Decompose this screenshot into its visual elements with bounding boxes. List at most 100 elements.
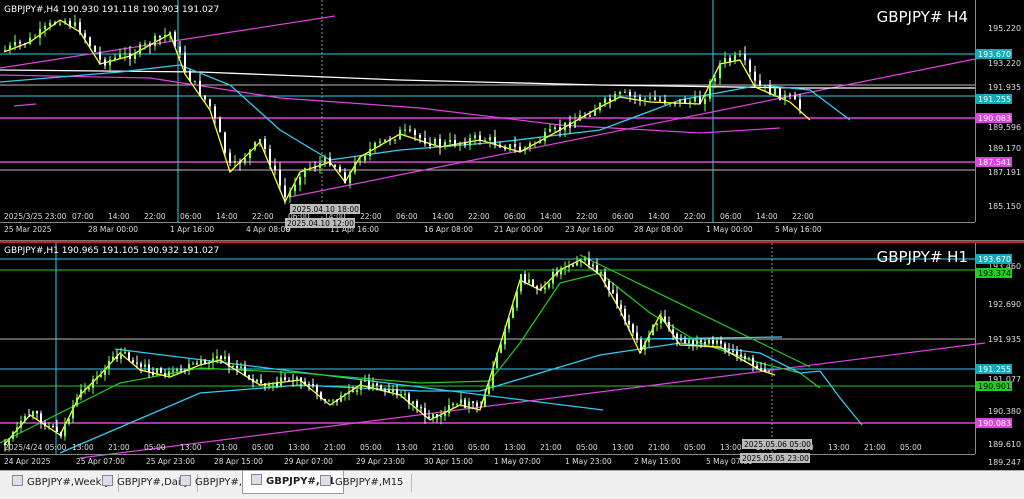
candle-body [139, 44, 141, 55]
h1-crosshair-time: 2025.05.05 23:00 [742, 454, 809, 463]
h1-chart[interactable]: GBPJPY#,H1 190.965 191.105 190.932 191.0… [0, 243, 1024, 472]
chart-window-icon [320, 475, 331, 486]
h4-time-tick: 06:00 [720, 212, 742, 221]
candle-body [419, 135, 421, 139]
candle-body [414, 130, 416, 136]
h4-time-axis-border [0, 222, 975, 223]
h1-date-tick: 29 Apr 07:00 [284, 457, 333, 466]
candle-body [454, 140, 456, 146]
candle-body [396, 389, 398, 395]
h1-price-tick: 191.935 [988, 335, 1021, 344]
candle-body [64, 20, 66, 24]
candle-body [184, 370, 186, 372]
h1-price-tick: 189.610 [988, 440, 1021, 449]
candle-body [616, 293, 618, 305]
candle-body [284, 185, 286, 198]
candle-body [564, 122, 566, 131]
candle-body [524, 274, 526, 283]
candle-body [319, 163, 321, 168]
candle-body [760, 368, 762, 370]
chart-window-icon [12, 475, 23, 486]
candle-body [644, 341, 646, 351]
candle-body [69, 20, 71, 27]
candle-body [716, 340, 718, 344]
candle-body [529, 143, 531, 148]
candle-body [359, 160, 361, 163]
candle-body [260, 379, 262, 384]
candle-body [620, 304, 622, 309]
candle-body [32, 411, 34, 417]
candle-body [84, 389, 86, 391]
candle-body [224, 132, 226, 153]
candle-body [609, 98, 611, 101]
candle-body [256, 379, 258, 383]
candle-body [189, 70, 191, 82]
h4-crosshair-time: 2025.04.10 18:00 [292, 205, 359, 214]
candle-body [19, 41, 21, 44]
candle-body [708, 339, 710, 344]
candle-body [208, 362, 210, 364]
tab-m15[interactable]: GBPJPY#,M15 [312, 474, 413, 492]
candle-body [289, 191, 291, 198]
h4-time-tick: 22:00 [360, 212, 382, 221]
candle-body [309, 167, 311, 169]
candle-body [24, 43, 26, 45]
candle-body [492, 367, 494, 386]
h4-chart-window[interactable]: GBPJPY#,H4 190.930 191.118 190.903 191.0… [0, 0, 1024, 241]
h1-time-tick: 05:00 [360, 443, 382, 452]
candle-body [296, 377, 298, 382]
candle-body [329, 157, 331, 166]
candle-body [664, 100, 666, 104]
h1-date-tick: 25 Apr 23:00 [146, 457, 195, 466]
h1-time-tick: 05:00 [144, 443, 166, 452]
candle-body [668, 321, 670, 330]
h4-time-tick: 22:00 [792, 212, 814, 221]
candle-body [176, 368, 178, 371]
candle-body [484, 394, 486, 407]
candle-body [412, 401, 414, 404]
candle-body [159, 35, 161, 38]
h4-date-tick: 1 Apr 16:00 [170, 225, 214, 234]
h4-price-tick: 191.935 [988, 83, 1021, 92]
h1-time-tick: 21:00 [108, 443, 130, 452]
h1-date-tick: 1 May 07:00 [494, 457, 541, 466]
candle-body [528, 279, 530, 283]
candle-body [284, 377, 286, 381]
candle-body [769, 85, 771, 95]
candle-body [40, 413, 42, 424]
candle-body [432, 414, 434, 419]
candle-body [169, 32, 171, 35]
candle-body [112, 356, 114, 361]
h4-indicator-lines [0, 0, 986, 222]
candle-body [16, 427, 18, 432]
candle-body [204, 95, 206, 100]
h4-price-tick: 187.191 [988, 168, 1021, 177]
candle-body [720, 340, 722, 344]
candle-body [384, 139, 386, 142]
candle-body [84, 33, 86, 38]
h1-indicator-lines [0, 243, 986, 459]
h4-time-tick: 14:00 [216, 212, 238, 221]
candle-body [49, 22, 51, 26]
h1-time-tick: 21:00 [216, 443, 238, 452]
h4-time-tick: 22:00 [252, 212, 274, 221]
h1-chart-window[interactable]: GBPJPY#,H1 190.965 191.105 190.932 191.0… [0, 241, 1024, 472]
candle-body [599, 103, 601, 111]
h4-time-tick: 14:00 [756, 212, 778, 221]
candle-body [240, 366, 242, 368]
candle-body [789, 94, 791, 96]
candle-body [20, 420, 22, 428]
h4-price-tick: 185.150 [988, 202, 1021, 211]
candle-body [649, 97, 651, 99]
candle-body [420, 407, 422, 409]
candle-body [440, 415, 442, 418]
candle-body [634, 95, 636, 97]
candle-body [124, 352, 126, 354]
h4-chart[interactable]: GBPJPY#,H4 190.930 191.118 190.903 191.0… [0, 0, 1024, 240]
candle-body [368, 380, 370, 390]
h1-time-tick: 05:00 [684, 443, 706, 452]
candle-body [132, 360, 134, 363]
h1-price-badge-label: 190.901 [978, 382, 1011, 391]
candle-body [448, 405, 450, 414]
candle-body [348, 391, 350, 394]
